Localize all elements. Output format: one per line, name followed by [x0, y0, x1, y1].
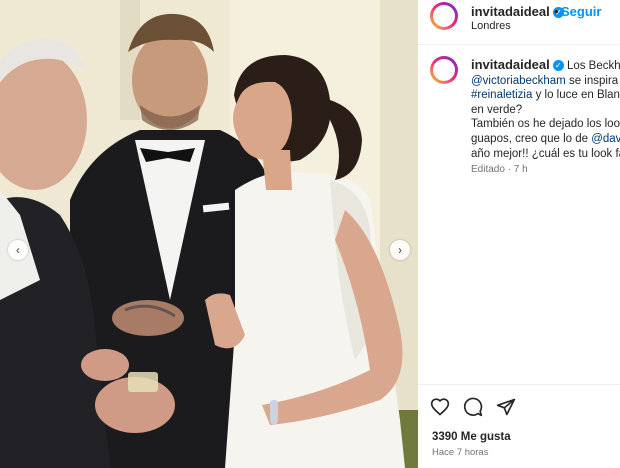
- avatar[interactable]: [430, 2, 458, 30]
- carousel-prev-button[interactable]: ‹: [8, 240, 28, 260]
- caption-text: se inspira e: [568, 74, 620, 87]
- share-icon[interactable]: [496, 397, 516, 417]
- mention-link[interactable]: @davi: [591, 133, 620, 145]
- carousel-next-button[interactable]: ›: [390, 240, 410, 260]
- post-time: Hace 7 horas: [432, 447, 489, 458]
- post-header: invitadaideal ✓ • Seguir Londres: [418, 0, 620, 45]
- chevron-left-icon: ‹: [16, 243, 20, 257]
- like-count[interactable]: 3390 Me gusta: [432, 431, 511, 443]
- caption-avatar[interactable]: [430, 56, 458, 84]
- caption-line: @victoriabeckham se inspira e: [471, 74, 620, 89]
- location-link[interactable]: Londres: [471, 20, 511, 32]
- hashtag-link[interactable]: #reinaletizia: [471, 89, 532, 101]
- caption-line: invitadaideal✓ Los Beckham: [471, 57, 620, 74]
- photo-illustration: [0, 0, 418, 468]
- edited-timestamp: Editado · 7 h: [471, 164, 528, 175]
- caption-line: guapos, creo que lo de @davi: [471, 132, 620, 147]
- header-username[interactable]: invitadaideal ✓: [471, 4, 564, 19]
- caption-line: También os he dejado los look: [471, 118, 620, 131]
- username-text[interactable]: invitadaideal: [471, 4, 550, 19]
- caption-text: y lo luce en Blanc: [532, 89, 620, 102]
- action-bar: 3390 Me gusta Hace 7 horas: [418, 384, 620, 468]
- post-photo[interactable]: ‹ ›: [0, 0, 418, 468]
- caption-text: guapos, creo que lo de: [471, 132, 592, 145]
- post-caption: invitadaideal✓ Los Beckham @victoriabeck…: [471, 57, 620, 161]
- chevron-right-icon: ›: [398, 243, 402, 257]
- caption-line: año mejor!! ¿cuál es tu look fa: [471, 147, 620, 160]
- verified-badge-icon: ✓: [552, 60, 564, 71]
- post-side-panel: invitadaideal ✓ • Seguir Londres invitada…: [418, 0, 620, 468]
- heart-icon[interactable]: [430, 397, 450, 417]
- caption-text: Los Beckham: [566, 60, 620, 72]
- comment-icon[interactable]: [463, 397, 483, 417]
- caption-line: #reinaletizia y lo luce en Blanc: [471, 88, 620, 103]
- caption-username[interactable]: invitadaideal: [471, 57, 550, 72]
- caption-line: en verde?: [471, 103, 523, 116]
- follow-button[interactable]: Seguir: [561, 4, 601, 19]
- mention-link[interactable]: @victoriabeckham: [471, 75, 566, 87]
- separator-dot: •: [554, 4, 559, 19]
